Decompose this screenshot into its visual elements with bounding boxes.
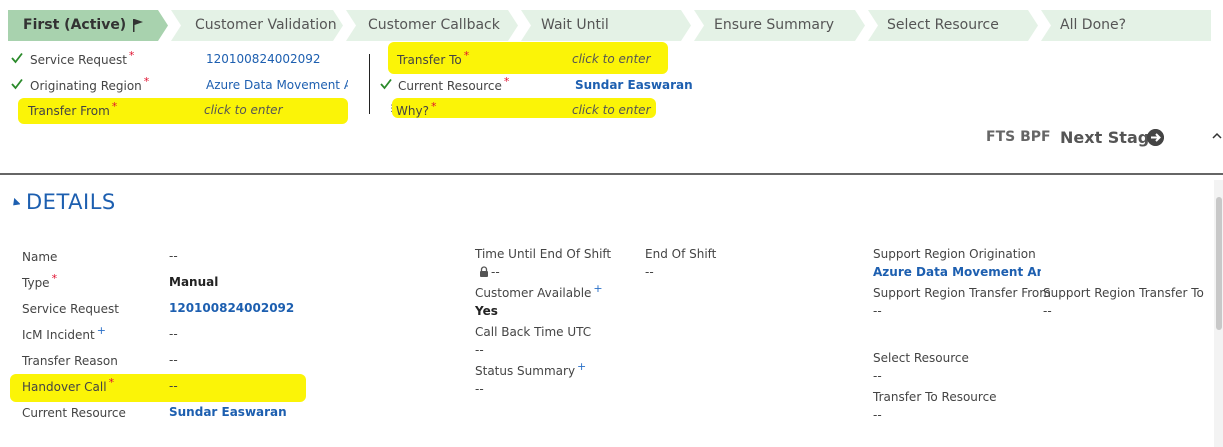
detail-value-support-region-origination[interactable]: Azure Data Movement An <box>873 265 1041 279</box>
field-current-resource-value[interactable]: Sundar Easwaran <box>575 78 693 92</box>
detail-value-name[interactable]: -- <box>169 249 178 263</box>
detail-label-current-resource: Current Resource <box>22 406 126 420</box>
field-current-resource-label: Current Resource * <box>398 75 510 93</box>
detail-value-transfer-to-resource[interactable]: -- <box>873 408 882 422</box>
stage-customer-callback[interactable]: Customer Callback <box>346 10 518 41</box>
check-icon <box>380 78 392 90</box>
stage-label: Ensure Summary <box>714 17 835 33</box>
details-section-title[interactable]: DETAILS <box>26 190 116 214</box>
detail-value-icm-incident[interactable]: -- <box>169 327 178 341</box>
stage-ensure-summary[interactable]: Ensure Summary <box>694 10 865 41</box>
stage-select-resource[interactable]: Select Resource <box>868 10 1038 41</box>
collapse-caret-icon[interactable] <box>1212 131 1222 141</box>
detail-label-call-back-time: Call Back Time UTC <box>475 325 592 339</box>
flag-icon <box>132 18 144 33</box>
detail-value-type[interactable]: Manual <box>169 275 218 289</box>
detail-value-transfer-reason[interactable]: -- <box>169 353 178 367</box>
detail-value-support-region-transfer-to[interactable]: -- <box>1043 304 1052 318</box>
column-divider <box>369 54 370 114</box>
detail-label-support-region-transfer-to: Support Region Transfer To <box>1043 286 1204 300</box>
field-transfer-to-input[interactable]: click to enter <box>572 52 651 66</box>
detail-label-support-region-origination: Support Region Origination <box>873 247 1036 261</box>
detail-label-select-resource: Select Resource <box>873 351 969 365</box>
lock-icon <box>480 266 488 277</box>
stage-customer-validation[interactable]: Customer Validation <box>171 10 343 41</box>
field-transfer-from-input[interactable]: click to enter <box>204 103 283 117</box>
field-transfer-to-label: Transfer To * <box>397 49 470 67</box>
stage-wait-until[interactable]: Wait Until <box>521 10 691 41</box>
check-icon <box>11 78 23 90</box>
bpf-name: FTS BPF <box>986 129 1051 145</box>
detail-value-select-resource[interactable]: -- <box>873 369 882 383</box>
field-service-request-label: Service Request * <box>30 49 135 67</box>
detail-value-call-back-time[interactable]: -- <box>475 343 484 357</box>
field-transfer-from-label: Transfer From * <box>28 100 118 118</box>
arrow-right-circle-icon[interactable] <box>1147 129 1164 146</box>
next-stage-button[interactable]: Next Stage <box>1060 128 1160 147</box>
detail-label-service-request: Service Request <box>22 302 119 316</box>
detail-label-transfer-reason: Transfer Reason <box>22 354 118 368</box>
field-originating-region-label: Originating Region * <box>30 75 150 93</box>
detail-label-customer-available: Customer Available + <box>475 282 603 300</box>
stage-first-active[interactable]: First (Active) <box>8 10 168 41</box>
field-service-request-value[interactable]: 120100824002092 <box>206 52 321 66</box>
detail-label-name: Name <box>22 250 58 264</box>
detail-value-handover-call[interactable]: -- <box>169 379 178 393</box>
detail-value-support-region-transfer-from[interactable]: -- <box>873 304 882 318</box>
detail-value-customer-available[interactable]: Yes <box>475 304 498 318</box>
stage-label: Select Resource <box>887 17 999 33</box>
detail-value-service-request[interactable]: 120100824002092 <box>169 301 294 315</box>
section-divider <box>0 173 1223 175</box>
scrollbar-thumb[interactable] <box>1216 197 1222 330</box>
detail-label-support-region-transfer-from: Support Region Transfer From <box>873 286 1051 300</box>
field-why-label: Why? * <box>396 100 437 118</box>
check-icon <box>11 52 23 64</box>
stage-label: Wait Until <box>541 17 609 33</box>
detail-label-status-summary: Status Summary + <box>475 360 587 378</box>
stage-label: All Done? <box>1060 17 1127 33</box>
process-stage-bar: First (Active) Customer Validation Custo… <box>8 10 1211 41</box>
stage-label: Customer Callback <box>368 17 500 33</box>
stage-all-done[interactable]: All Done? <box>1041 10 1211 41</box>
section-toggle-icon[interactable] <box>12 198 20 207</box>
detail-value-end-of-shift[interactable]: -- <box>645 265 654 279</box>
detail-value-time-until-end-of-shift: -- <box>491 265 500 279</box>
detail-label-handover-call: Handover Call * <box>22 376 115 394</box>
detail-label-transfer-to-resource: Transfer To Resource <box>873 390 997 404</box>
detail-value-current-resource[interactable]: Sundar Easwaran <box>169 405 287 419</box>
field-originating-region-value[interactable]: Azure Data Movement An <box>206 78 348 92</box>
detail-label-time-until-end-of-shift: Time Until End Of Shift <box>475 247 612 261</box>
field-why-input[interactable]: click to enter <box>572 103 651 117</box>
stage-label: First (Active) <box>23 17 127 33</box>
detail-label-type: Type * <box>22 272 58 290</box>
detail-label-end-of-shift: End Of Shift <box>645 247 717 261</box>
stage-label: Customer Validation <box>195 17 337 33</box>
detail-value-status-summary[interactable]: -- <box>475 382 484 396</box>
detail-label-icm-incident: IcM Incident + <box>22 324 106 342</box>
